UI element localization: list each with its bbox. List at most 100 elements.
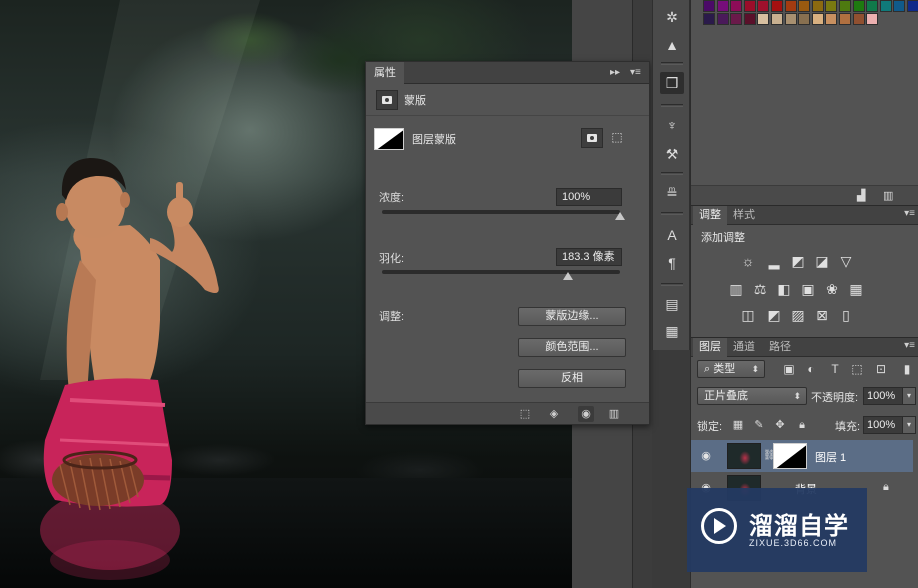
select-pixel-mask-button[interactable] — [581, 128, 603, 148]
color-swatch[interactable] — [811, 13, 824, 25]
pixel-mask-icon[interactable] — [376, 89, 398, 110]
properties-panel[interactable]: 属性 ▸▸ ▾≡ 蒙版 图层蒙版 ⬚ 浓度: 100% 羽化: 183.3 像素… — [365, 61, 650, 425]
filter-toggle-icon[interactable]: ▮ — [899, 361, 915, 377]
vibrance-icon[interactable]: ▽ — [837, 252, 855, 270]
color-swatch[interactable] — [757, 13, 770, 25]
blend-mode-dropdown[interactable]: 正片叠底 ⬍ — [697, 387, 807, 405]
color-swatch[interactable] — [825, 13, 838, 25]
info-icon[interactable]: ▦ — [660, 320, 684, 342]
color-range-button[interactable]: 颜色范围... — [518, 338, 626, 357]
mask-edge-button[interactable]: 蒙版边缘... — [518, 307, 626, 326]
delete-icon[interactable]: ▥ — [606, 406, 622, 422]
delete-swatch-icon[interactable]: ▥ — [883, 189, 893, 202]
black-white-icon[interactable]: ◧ — [775, 280, 793, 298]
3d-cube-icon[interactable]: ❒ — [660, 72, 684, 94]
tab-adjustments[interactable]: 调整 — [693, 206, 727, 225]
layer-filter-dropdown[interactable]: ⌕ 类型 ⬍ — [697, 360, 765, 378]
lock-transparent-icon[interactable]: ▦ — [731, 418, 745, 432]
paragraph-icon[interactable]: ¶ — [660, 252, 684, 274]
opacity-dropdown-icon[interactable]: ▾ — [902, 387, 916, 405]
color-swatch[interactable] — [879, 0, 892, 12]
tab-layers[interactable]: 图层 — [693, 338, 727, 357]
density-value[interactable]: 100% — [556, 188, 622, 206]
color-swatch[interactable] — [703, 0, 715, 12]
color-swatch[interactable] — [716, 0, 729, 12]
tool-presets-icon[interactable]: ⚒ — [660, 143, 684, 165]
density-slider[interactable] — [382, 210, 620, 214]
feather-slider[interactable] — [382, 270, 620, 274]
panel-menu-icon[interactable]: ▾≡ — [630, 66, 641, 80]
color-swatch[interactable] — [730, 13, 743, 25]
invert-button[interactable]: 反相 — [518, 369, 626, 388]
lock-position-icon[interactable]: ✥ — [773, 418, 787, 432]
panel-menu-icon[interactable]: ▾≡ — [904, 340, 915, 351]
character-icon[interactable]: A — [660, 224, 684, 246]
filter-type-icon[interactable]: T — [827, 361, 843, 377]
notes-icon[interactable]: ▤ — [660, 293, 684, 315]
color-swatch[interactable] — [771, 0, 783, 12]
color-swatch[interactable] — [852, 13, 865, 25]
collapse-icon[interactable]: ▸▸ — [610, 66, 620, 80]
feather-value[interactable]: 183.3 像素 — [556, 248, 622, 266]
color-swatch[interactable] — [798, 13, 811, 25]
color-swatch[interactable] — [757, 0, 770, 12]
color-swatch[interactable] — [825, 0, 838, 12]
exposure-icon[interactable]: ◪ — [813, 252, 831, 270]
panel-menu-icon[interactable]: ▾≡ — [904, 208, 915, 219]
color-swatch[interactable] — [784, 0, 797, 12]
channel-mixer-icon[interactable]: ❀ — [823, 280, 841, 298]
properties-title-bar[interactable]: 属性 ▸▸ ▾≡ — [366, 62, 649, 84]
color-swatch[interactable] — [866, 13, 879, 25]
posterize-icon[interactable]: ◩ — [765, 306, 783, 324]
color-swatch[interactable] — [839, 13, 851, 25]
filter-shape-icon[interactable]: ⬚ — [849, 361, 865, 377]
add-vector-mask-icon[interactable]: ⬚ — [608, 128, 626, 146]
brush-presets-icon[interactable]: ♆ — [660, 114, 684, 136]
lock-image-icon[interactable]: ✎ — [752, 418, 766, 432]
invert-icon[interactable]: ◫ — [739, 306, 757, 324]
color-balance-icon[interactable]: ⚖ — [751, 280, 769, 298]
layer-mask-thumbnail[interactable] — [773, 443, 807, 469]
threshold-icon[interactable]: ▨ — [789, 306, 807, 324]
tab-styles[interactable]: 样式 — [727, 206, 761, 225]
levels-icon[interactable]: ▂ — [765, 252, 783, 270]
color-swatch[interactable] — [743, 13, 756, 25]
properties-tab[interactable]: 属性 — [366, 62, 404, 84]
filter-adjustment-icon[interactable]: ◐ — [803, 361, 819, 377]
hue-saturation-icon[interactable]: ▥ — [727, 280, 745, 298]
eye-icon[interactable]: ◉ — [699, 449, 713, 463]
tab-channels[interactable]: 通道 — [727, 338, 761, 357]
color-swatch[interactable] — [798, 0, 811, 12]
curves-icon[interactable]: ◩ — [789, 252, 807, 270]
apply-mask-icon[interactable]: ◈ — [546, 406, 562, 422]
fill-dropdown-icon[interactable]: ▾ — [902, 416, 916, 434]
density-slider-thumb[interactable] — [615, 212, 625, 220]
color-swatch[interactable] — [703, 13, 715, 25]
color-swatch[interactable] — [771, 13, 783, 25]
clone-source-icon[interactable]: ≞ — [660, 182, 684, 204]
color-swatch[interactable] — [907, 0, 918, 12]
tab-paths[interactable]: 路径 — [763, 338, 797, 357]
color-swatch[interactable] — [784, 13, 797, 25]
selective-color-icon[interactable]: ⊠ — [813, 306, 831, 324]
new-swatch-icon[interactable]: ▟ — [857, 189, 865, 202]
filter-pixel-icon[interactable]: ▣ — [781, 361, 797, 377]
color-swatch[interactable] — [730, 0, 743, 12]
layer-name[interactable]: 图层 1 — [815, 449, 846, 465]
histogram-icon[interactable]: ▲ — [660, 34, 684, 56]
filter-smart-object-icon[interactable]: ⊡ — [873, 361, 889, 377]
opacity-value[interactable]: 100% — [863, 387, 903, 405]
color-swatch[interactable] — [839, 0, 851, 12]
color-swatch[interactable] — [716, 13, 729, 25]
brightness-icon[interactable]: ☼ — [739, 252, 757, 270]
visibility-icon[interactable]: ◉ — [578, 406, 594, 422]
fill-value[interactable]: 100% — [863, 416, 903, 434]
gradient-map-icon[interactable]: ▯ — [837, 306, 855, 324]
photo-filter-icon[interactable]: ▣ — [799, 280, 817, 298]
compass-icon[interactable]: ✲ — [660, 6, 684, 28]
color-swatch[interactable] — [743, 0, 756, 12]
color-swatch[interactable] — [852, 0, 865, 12]
color-lookup-icon[interactable]: ▦ — [847, 280, 865, 298]
load-selection-icon[interactable]: ⬚ — [517, 406, 533, 422]
feather-slider-thumb[interactable] — [562, 272, 573, 280]
